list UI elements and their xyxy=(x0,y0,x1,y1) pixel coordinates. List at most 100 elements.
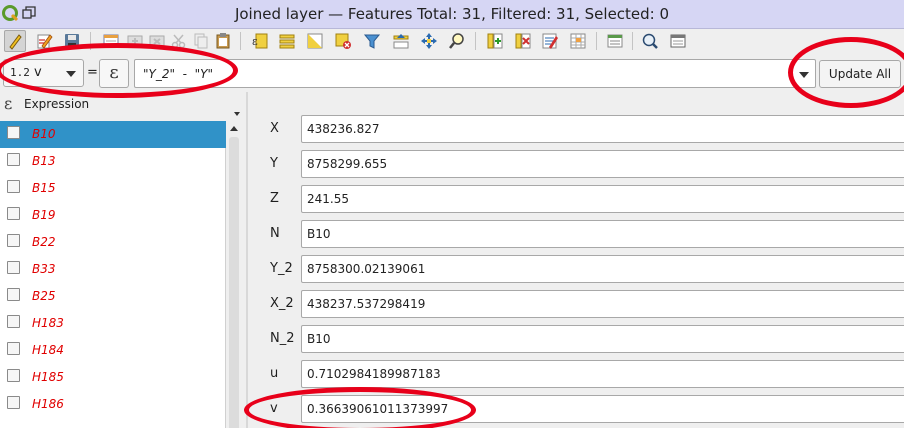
feature-list-item[interactable]: B15 xyxy=(0,175,226,202)
form-row: N B10 xyxy=(248,217,904,252)
toolbar-separator xyxy=(596,32,597,50)
field-value: 241.55 xyxy=(307,192,349,206)
field-value: B10 xyxy=(307,227,331,241)
feature-list-item[interactable]: H185 xyxy=(0,364,226,391)
feature-list-scrollbar[interactable] xyxy=(226,121,242,428)
field-value-input[interactable]: B10 xyxy=(301,325,904,353)
field-value-input[interactable]: 438237.537298419 xyxy=(301,290,904,318)
feature-checkbox[interactable] xyxy=(7,153,20,166)
feature-list-item[interactable]: H184 xyxy=(0,337,226,364)
save-edits-button[interactable] xyxy=(61,30,83,52)
toolbar-separator xyxy=(632,32,633,50)
multi-edit-button[interactable] xyxy=(34,30,56,52)
update-all-button[interactable]: Update All xyxy=(819,60,901,88)
new-field-button[interactable] xyxy=(484,30,506,52)
equals-label: = xyxy=(87,65,98,80)
field-value: 8758299.655 xyxy=(307,157,388,171)
field-label: v xyxy=(270,401,278,416)
scroll-up-icon[interactable] xyxy=(230,126,238,131)
feature-list: B10 B13 B15 B19 B22 B33 B25 H183 H184 H185 H186 xyxy=(0,121,226,428)
feature-label: B22 xyxy=(32,235,56,249)
field-calculator-bar: 1.2 v = ε Update All xyxy=(0,56,904,92)
feature-list-item[interactable]: B10 xyxy=(0,121,226,148)
delete-feature-button[interactable] xyxy=(146,30,168,52)
feature-checkbox[interactable] xyxy=(7,261,20,274)
invert-selection-button[interactable] xyxy=(304,30,326,52)
select-expression-button[interactable]: ε xyxy=(249,30,271,52)
toggle-editing-button[interactable] xyxy=(4,30,26,52)
pan-to-selection-button[interactable] xyxy=(418,30,440,52)
field-value-input[interactable]: 241.55 xyxy=(301,185,904,213)
feature-checkbox[interactable] xyxy=(7,315,20,328)
field-value-input[interactable]: 0.7102984189987183 xyxy=(301,360,904,388)
feature-label: H184 xyxy=(32,343,64,357)
filter-button[interactable] xyxy=(361,30,383,52)
toolbar-separator xyxy=(240,32,241,50)
filter-icon xyxy=(363,34,381,49)
move-selection-top-button[interactable] xyxy=(390,30,412,52)
toolbar-separator xyxy=(475,32,476,50)
field-value: 438237.537298419 xyxy=(307,297,426,311)
display-expression-header[interactable]: ε Expression xyxy=(0,92,246,120)
feature-list-item[interactable]: B25 xyxy=(0,283,226,310)
cut-button[interactable] xyxy=(168,30,190,52)
copy-button[interactable] xyxy=(190,30,212,52)
feature-checkbox[interactable] xyxy=(7,342,20,355)
feature-list-item[interactable]: H186 xyxy=(0,391,226,418)
field-calculator-button[interactable] xyxy=(539,30,561,52)
field-selector[interactable]: 1.2 v xyxy=(3,59,84,87)
paste-button[interactable] xyxy=(212,30,234,52)
delete-field-button[interactable] xyxy=(512,30,534,52)
field-value-input[interactable]: 438236.827 xyxy=(301,115,904,143)
scrollbar-thumb[interactable] xyxy=(229,137,239,428)
epsilon-icon: ε xyxy=(109,62,119,83)
feature-checkbox[interactable] xyxy=(7,396,20,409)
toolbar-separator xyxy=(90,32,91,50)
feature-checkbox[interactable] xyxy=(7,234,20,247)
expression-icon: ε xyxy=(4,94,13,113)
form-row: u 0.7102984189987183 xyxy=(248,357,904,392)
select-all-icon xyxy=(279,34,295,49)
feature-checkbox[interactable] xyxy=(7,180,20,193)
expression-field[interactable] xyxy=(134,59,816,88)
actions-icon xyxy=(607,34,623,48)
chevron-down-icon[interactable] xyxy=(234,112,240,116)
toolbar: ε xyxy=(0,29,904,56)
cut-icon xyxy=(171,34,186,49)
feature-list-item[interactable]: B13 xyxy=(0,148,226,175)
expression-builder-button[interactable]: ε xyxy=(99,59,129,88)
add-feature-button[interactable] xyxy=(124,30,146,52)
window-title: Joined layer — Features Total: 31, Filte… xyxy=(234,5,670,23)
feature-checkbox[interactable] xyxy=(7,369,20,382)
feature-list-item[interactable]: B19 xyxy=(0,202,226,229)
svg-text:ε: ε xyxy=(252,35,258,48)
field-value-input[interactable]: 0.36639061011373997 xyxy=(301,395,904,423)
actions-button[interactable] xyxy=(604,30,626,52)
conditional-formatting-button[interactable] xyxy=(567,30,589,52)
dock-button[interactable] xyxy=(667,30,689,52)
zoom-map-button[interactable] xyxy=(639,30,661,52)
reload-button[interactable] xyxy=(100,30,122,52)
select-all-button[interactable] xyxy=(276,30,298,52)
field-value-input[interactable]: 8758299.655 xyxy=(301,150,904,178)
expression-input[interactable] xyxy=(143,65,783,83)
copy-icon xyxy=(194,33,208,49)
feature-checkbox[interactable] xyxy=(7,126,20,139)
feature-list-item[interactable]: H183 xyxy=(0,310,226,337)
feature-label: B25 xyxy=(32,289,56,303)
feature-list-item[interactable]: B22 xyxy=(0,229,226,256)
invert-selection-icon xyxy=(307,33,323,49)
feature-checkbox[interactable] xyxy=(7,288,20,301)
field-label: N xyxy=(270,226,280,241)
field-label: X xyxy=(270,121,279,136)
form-row: Y_2 8758300.02139061 xyxy=(248,252,904,287)
feature-checkbox[interactable] xyxy=(7,207,20,220)
field-value-input[interactable]: B10 xyxy=(301,220,904,248)
zoom-to-selection-button[interactable] xyxy=(446,30,468,52)
chevron-down-icon[interactable] xyxy=(799,72,809,78)
field-value: 0.36639061011373997 xyxy=(307,402,449,416)
reload-icon xyxy=(103,34,119,48)
field-value-input[interactable]: 8758300.02139061 xyxy=(301,255,904,283)
deselect-button[interactable] xyxy=(332,30,354,52)
feature-list-item[interactable]: B33 xyxy=(0,256,226,283)
